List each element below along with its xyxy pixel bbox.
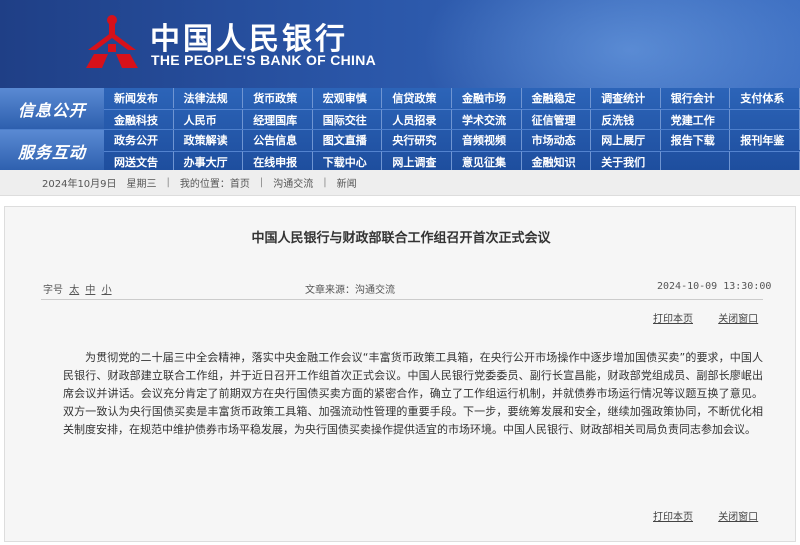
article-container: 中国人民银行与财政部联合工作组召开首次正式会议 字号 太 中 小 文章来源：沟通… [4,206,796,542]
nav-item[interactable]: 政务公开 [104,130,174,150]
nav-group-info: 信息公开 新闻发布 法律法规 货币政策 宏观审慎 信贷政策 金融市场 金融稳定 … [0,88,800,129]
header-banner: 中国人民银行 THE PEOPLE'S BANK OF CHINA [0,0,800,88]
article-meta: 字号 太 中 小 文章来源：沟通交流 2024-10-09 13:30:00 [5,279,797,297]
nav-item[interactable]: 报告下载 [661,130,731,150]
nav-item[interactable]: 宏观审慎 [313,88,383,108]
nav-item[interactable]: 央行研究 [382,130,452,150]
breadcrumb-separator: | [259,177,264,188]
nav-item-empty [730,151,800,171]
nav-item[interactable]: 图文直播 [313,130,383,150]
meta-divider [41,299,763,300]
current-weekday: 星期三 [126,179,157,190]
article-date: 2024-10-09 13:30:00 [657,281,772,292]
nav-item[interactable]: 党建工作 [660,109,731,129]
nav-item[interactable]: 市场动态 [522,130,592,150]
nav-item[interactable]: 公告信息 [243,130,313,150]
breadcrumb-separator: | [323,177,327,188]
nav-item[interactable]: 网上调查 [382,151,452,171]
nav-item[interactable]: 货币政策 [243,88,313,108]
nav-item[interactable]: 在线申报 [243,151,313,171]
nav-item[interactable]: 法律法规 [174,88,244,108]
nav-item[interactable]: 金融市场 [452,88,522,108]
font-size-small-link[interactable]: 小 [102,285,112,296]
nav-item[interactable]: 经理国库 [243,109,313,129]
breadcrumb-prefix: 我的位置： [179,179,230,190]
nav-item[interactable]: 报刊年鉴 [730,130,800,150]
nav-grid: 新闻发布 法律法规 货币政策 宏观审慎 信贷政策 金融市场 金融稳定 调查统计 … [104,88,800,129]
close-window-link[interactable]: 关闭窗口 [718,314,758,325]
breadcrumb-communication[interactable]: 沟通交流 [273,175,313,190]
nav-item[interactable]: 下载中心 [312,151,383,171]
nav-group-title: 信息公开 [0,88,104,129]
breadcrumb-separator: | [166,177,170,188]
font-size-selector: 字号 太 中 小 [43,281,112,296]
nav-item[interactable]: 征信管理 [521,109,592,129]
article-tools-bottom: 打印本页 关闭窗口 [631,508,758,523]
print-page-link[interactable]: 打印本页 [653,314,693,325]
nav-item-empty [660,151,731,171]
print-page-link[interactable]: 打印本页 [653,512,693,523]
nav-item[interactable]: 调查统计 [591,88,661,108]
nav-group-service: 服务互动 政务公开 政策解读 公告信息 图文直播 央行研究 音频视频 市场动态 … [0,129,800,171]
article-source: 文章来源：沟通交流 [305,285,395,296]
nav-item[interactable]: 国际交往 [312,109,383,129]
nav-item[interactable]: 金融知识 [521,151,592,171]
nav-item[interactable]: 办事大厅 [173,151,244,171]
nav-grid: 政务公开 政策解读 公告信息 图文直播 央行研究 音频视频 市场动态 网上展厅 … [104,130,800,171]
font-size-medium-link[interactable]: 中 [85,285,95,296]
nav-item[interactable]: 反洗钱 [591,109,661,129]
banner-glow [420,0,800,88]
current-date: 2024年10月9日 [42,179,117,190]
nav-item[interactable]: 意见征集 [451,151,522,171]
breadcrumb-news[interactable]: 新闻 [337,175,357,190]
close-window-link[interactable]: 关闭窗口 [718,512,758,523]
breadcrumb: 2024年10月9日 星期三 | 我的位置： 首页 | 沟通交流 | 新闻 [0,170,800,196]
nav-item[interactable]: 人民币 [173,109,244,129]
nav-item[interactable]: 关于我们 [591,151,661,171]
nav-item[interactable]: 网送文告 [104,151,174,171]
nav-item[interactable]: 银行会计 [661,88,731,108]
nav-item[interactable]: 信贷政策 [382,88,452,108]
nav-item[interactable]: 人员招录 [382,109,452,129]
nav-item[interactable]: 金融科技 [104,109,174,129]
breadcrumb-home[interactable]: 首页 [230,175,250,190]
font-size-large-link[interactable]: 太 [69,285,79,296]
site-title-en[interactable]: THE PEOPLE'S BANK OF CHINA [151,52,376,68]
nav-item[interactable]: 政策解读 [174,130,244,150]
nav-item[interactable]: 学术交流 [451,109,522,129]
font-size-label: 字号 [43,285,63,296]
nav-item[interactable]: 新闻发布 [104,88,174,108]
nav-item[interactable]: 音频视频 [452,130,522,150]
nav-item[interactable]: 网上展厅 [591,130,661,150]
nav-group-title: 服务互动 [0,130,104,171]
pboc-emblem-icon[interactable] [80,10,144,74]
main-nav: 信息公开 新闻发布 法律法规 货币政策 宏观审慎 信贷政策 金融市场 金融稳定 … [0,88,800,171]
nav-item[interactable]: 金融稳定 [522,88,592,108]
article-body: 为贯彻党的二十届三中全会精神，落实中央金融工作会议“丰富货币政策工具箱，在央行公… [63,351,763,436]
nav-item[interactable]: 支付体系 [730,88,800,108]
article-tools-top: 打印本页 关闭窗口 [631,310,758,325]
nav-item-empty [730,109,800,129]
article-title: 中国人民银行与财政部联合工作组召开首次正式会议 [251,231,551,246]
